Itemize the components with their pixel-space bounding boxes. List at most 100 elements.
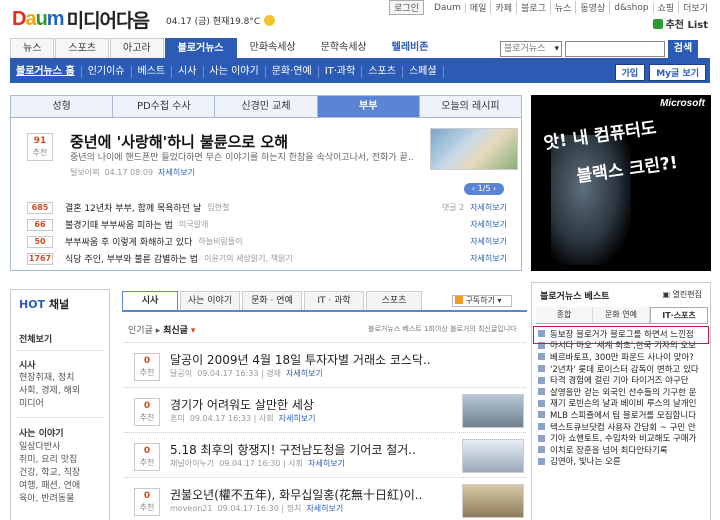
open-edit-link[interactable]: ▣ 열린편집 — [662, 289, 702, 300]
feature-tab-anchor-change[interactable]: 신경민 교체 — [215, 96, 318, 117]
table-row[interactable]: 0 추천 달공이 2009년 4월 18일 투자자별 거래소 코스닥.. 달공이 … — [124, 342, 526, 387]
top-link-video[interactable]: 동영상 — [576, 1, 611, 14]
table-row[interactable]: 0 추천 5.18 최후의 항쟁지! 구전남도청을 기어코 철거.. 채널아이누기… — [124, 432, 526, 477]
hot-link[interactable]: 미디어 — [19, 398, 44, 411]
sort-bar: 인기글 ▸ 최신글 ▾ — [128, 326, 196, 336]
list-item[interactable]: 1767 식당 주인, 부부와 불륜 감별하는 법 이윤기의 세상읽기, 책읽기… — [27, 250, 507, 267]
feature-tab-pd-notebook[interactable]: PD수첩 수사 — [113, 96, 216, 117]
subnav-best[interactable]: 베스트 — [132, 66, 173, 78]
list-item[interactable]: 베르바토프, 300만 파운드 사나이 맞아? — [538, 351, 710, 363]
list-item[interactable]: 김연아, 빛나는 오륜 — [538, 456, 710, 467]
hot-all-link[interactable]: 전체보기 — [19, 332, 52, 345]
post-thumbnail[interactable] — [462, 394, 524, 428]
subnav-issues[interactable]: 인기이슈 — [82, 66, 132, 78]
top-link-daum[interactable]: Daum — [430, 2, 466, 13]
hot-link[interactable]: 현장취재, 정치 — [19, 372, 74, 385]
join-button[interactable]: 가입 — [614, 63, 646, 81]
microsoft-ad[interactable]: Microsoft 앗! 내 컴퓨터도 블랙스 크린?! — [531, 95, 711, 271]
best-tab-all[interactable]: 종합 — [536, 307, 593, 323]
subnav-it-science[interactable]: IT·과학 — [319, 66, 363, 78]
nav-tab-comics[interactable]: 만화속세상 — [238, 38, 308, 58]
subnav-special[interactable]: 스페셜 — [403, 66, 444, 78]
best-tab-culture[interactable]: 문화 연예 — [593, 307, 650, 323]
nav-tab-tvzone[interactable]: 텔레비존 — [380, 38, 441, 58]
hot-link[interactable]: 사회, 경제, 해외 — [19, 385, 80, 398]
nav-tab-literature[interactable]: 문학속세상 — [309, 38, 379, 58]
subnav-current[interactable]: 시사 — [172, 66, 204, 78]
list-item[interactable]: 685 결혼 12년차 부부, 함께 목욕하던 날 임현철 댓글 2 자세히보기 — [27, 199, 507, 216]
feature-tab-plastic-surgery[interactable]: 성형 — [11, 96, 114, 117]
sun-icon — [264, 15, 276, 26]
list-item[interactable]: MLB 스피즐에서 팀 블로거를 모집합니다 — [538, 409, 710, 421]
search-button[interactable]: 검색 — [668, 40, 698, 58]
list-item[interactable]: 66 불경기때 부부싸움 피하는 법 미국알개 자세히보기 — [27, 216, 507, 233]
top-link-news[interactable]: 뉴스 — [551, 1, 577, 14]
recommend-list[interactable]: 추천 List — [652, 16, 708, 31]
post-title[interactable]: 5.18 최후의 항쟁지! 구전남도청을 기어코 철거.. — [170, 441, 416, 458]
post-title[interactable]: 달공이 2009년 4월 18일 투자자별 거래소 코스닥.. — [170, 351, 431, 368]
post-title[interactable]: 권불오년(權不五年), 화무십일홍(花無十日紅)이.. — [170, 486, 422, 503]
subnav-right-buttons: 가입 My글 보기 — [614, 63, 710, 81]
tab-sports[interactable]: 스포츠 — [366, 291, 422, 310]
hot-section-title[interactable]: 시사 — [19, 358, 36, 371]
sort-popular[interactable]: 인기글 — [128, 326, 153, 336]
top-link-mail[interactable]: 메일 — [466, 1, 492, 14]
best-tab-it-sports[interactable]: IT·스포츠 — [650, 307, 708, 323]
post-meta: 채널아이누기 09.04.17 16:30 | 사회 자세히보기 — [170, 459, 345, 468]
tab-current[interactable]: 시사 — [122, 291, 178, 310]
best-title: 블로거뉴스 베스트 — [540, 292, 610, 302]
hot-section-title[interactable]: 사는 이야기 — [19, 426, 64, 439]
post-thumbnail[interactable] — [462, 484, 524, 518]
hot-link[interactable]: 건강, 학교, 직장 — [19, 467, 80, 480]
post-thumbnail[interactable] — [462, 439, 524, 473]
daum-logo[interactable]: Daum 미디어다음 — [12, 8, 150, 32]
subnav-culture[interactable]: 문화·연예 — [266, 66, 319, 78]
table-row[interactable]: 0 추천 권불오년(權不五年), 화무십일홍(花無十日紅)이.. moveon21… — [124, 477, 526, 520]
nav-tab-sports[interactable]: 스포츠 — [55, 38, 110, 58]
nav-tab-news[interactable]: 뉴스 — [10, 38, 55, 58]
my-posts-button[interactable]: My글 보기 — [649, 63, 706, 81]
sort-latest[interactable]: 최신글 — [163, 326, 188, 336]
recommend-count: 0 추천 — [134, 353, 160, 381]
top-link-shopping[interactable]: 쇼핑 — [654, 1, 680, 14]
list-item[interactable]: 살영을만 걷는 외국인 선수들의 기구한 운 — [538, 386, 710, 398]
feature-detail-link[interactable]: 자세히보기 — [158, 168, 195, 177]
subnav-sports[interactable]: 스포츠 — [362, 66, 403, 78]
search-bar: 블로거뉴스 검색 — [500, 40, 698, 58]
nav-tab-blogger-news[interactable]: 블로거뉴스 — [164, 38, 237, 58]
feature-pager[interactable]: ‹ 1/5 › — [464, 183, 504, 195]
feature-tab-couples[interactable]: 부부 — [317, 96, 420, 117]
feature-tab-recipe[interactable]: 오늘의 레시피 — [420, 96, 521, 117]
post-title[interactable]: 경기가 어려워도 살만한 세상 — [170, 396, 314, 413]
hot-link[interactable]: 취미, 요리 맛집 — [19, 454, 77, 467]
hot-link[interactable]: 일상다반사 — [19, 441, 60, 454]
list-item[interactable]: 기아 쇼핸토트, 수입차와 비교해도 구매가 — [538, 432, 710, 444]
list-item[interactable]: 50 부부싸움 후 이렇게 화해하고 있다 하늘비람들이 자세히보기 — [27, 233, 507, 250]
list-item[interactable]: 타격 경험에 걸린 기아 타이거즈 야구단 — [538, 374, 710, 386]
search-scope-select[interactable]: 블로거뉴스 — [500, 41, 562, 57]
nav-tab-agora[interactable]: 아고라 — [110, 38, 164, 58]
tab-culture[interactable]: 문화 · 연예 — [242, 291, 302, 310]
tab-life[interactable]: 사는 이야기 — [180, 291, 240, 310]
hot-link[interactable]: 여행, 패션, 연애 — [19, 480, 80, 493]
list-item[interactable]: 이치로 장훈을 넘어 최다안타기록 — [538, 444, 710, 456]
top-link-cafe[interactable]: 카페 — [491, 1, 517, 14]
tab-it-science[interactable]: IT · 과학 — [304, 291, 364, 310]
list-item[interactable]: 텍스트큐브닷컴 사용자 간담회 ~ 구민 안 — [538, 421, 710, 432]
bullet-icon — [538, 457, 545, 465]
feature-main-count: 91 추천 — [27, 133, 53, 161]
table-row[interactable]: 0 추천 경기가 어려워도 살만한 세상 혼미 09.04.17 16:33 | … — [124, 387, 526, 432]
subnav-home[interactable]: 블로거뉴스 홈 — [10, 66, 82, 78]
rss-subscribe[interactable]: 구독하기 ▾ — [452, 295, 512, 307]
login-button[interactable]: 로그인 — [389, 0, 424, 15]
feature-headline[interactable]: 중년에 '사랑해'하니 불륜으로 오해 — [70, 131, 288, 152]
hot-link[interactable]: 육아, 반려동물 — [19, 493, 74, 506]
feature-thumbnail[interactable] — [430, 128, 518, 170]
top-link-more[interactable]: 더보기 — [679, 1, 712, 14]
subnav-life[interactable]: 사는 이야기 — [204, 66, 266, 78]
list-item[interactable]: 재기 로빈슨의 날과 베이비 루스의 날개인 — [538, 398, 710, 409]
top-link-blog[interactable]: 블로그 — [517, 1, 551, 14]
list-item[interactable]: '2년차' 롯데 로이스터 감독이 변하고 있다 — [538, 363, 710, 374]
top-link-dshop[interactable]: d&shop — [610, 2, 654, 13]
search-input[interactable] — [565, 41, 665, 57]
